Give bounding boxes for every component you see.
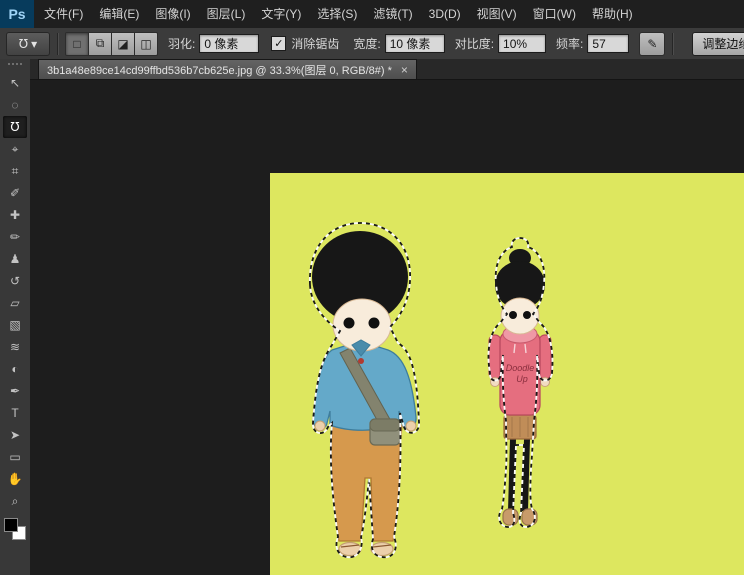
image-art: Doodle Up xyxy=(270,173,744,575)
menu-item-3d[interactable]: 3D(D) xyxy=(421,0,469,28)
tool-preset-dropdown[interactable]: ℧ ▾ xyxy=(6,32,50,56)
marquee-icon: ◌ xyxy=(11,94,18,116)
eyedropper-icon: ✐ xyxy=(10,182,20,204)
tool-panel: ↖ ◌ ℧ ⌖ ⌗ ✐ ✚ ✏ ♟ ↺ ▱ ▧ ≋ ◐ ✒ T ➤ ▭ ✋ ⌕ xyxy=(0,59,31,575)
antialias-label: 消除锯齿 xyxy=(291,35,339,52)
tab-bar: 3b1a48e89ce14cd99ffbd536b7cb625e.jpg @ 3… xyxy=(30,59,744,80)
menu-item-window[interactable]: 窗口(W) xyxy=(525,0,584,28)
menu-item-edit[interactable]: 编辑(E) xyxy=(91,0,147,28)
width-input[interactable]: 10 像素 xyxy=(385,34,445,53)
blur-icon: ≋ xyxy=(10,336,20,358)
new-selection-button[interactable]: □ xyxy=(65,32,89,56)
foreground-color-swatch[interactable] xyxy=(4,518,18,532)
zoom-tool[interactable]: ⌕ xyxy=(3,490,27,512)
quick-selection-icon: ⌖ xyxy=(12,138,19,160)
dodge-tool[interactable]: ◐ xyxy=(3,358,27,380)
girl-figure: Doodle Up xyxy=(489,249,551,525)
menu-item-image[interactable]: 图像(I) xyxy=(147,0,198,28)
shape-icon: ▭ xyxy=(9,446,20,468)
close-icon[interactable]: × xyxy=(401,64,408,76)
refine-edge-button[interactable]: 调整边缘... xyxy=(692,32,744,56)
contrast-label: 对比度: xyxy=(455,35,494,52)
path-selection-tool[interactable]: ➤ xyxy=(3,424,27,446)
dodge-icon: ◐ xyxy=(11,358,18,380)
lasso-tool[interactable]: ℧ xyxy=(3,116,27,138)
menu-item-help[interactable]: 帮助(H) xyxy=(584,0,641,28)
menu-list: 文件(F) 编辑(E) 图像(I) 图层(L) 文字(Y) 选择(S) 滤镜(T… xyxy=(34,0,641,28)
blur-tool[interactable]: ≋ xyxy=(3,336,27,358)
subtract-selection-button[interactable]: ◪ xyxy=(112,32,135,56)
healing-brush-icon: ✚ xyxy=(10,204,20,226)
menu-item-select[interactable]: 选择(S) xyxy=(309,0,365,28)
menu-item-type[interactable]: 文字(Y) xyxy=(253,0,309,28)
pen-icon: ✒ xyxy=(10,380,20,402)
crop-icon: ⌗ xyxy=(12,160,19,182)
document-image[interactable]: Doodle Up xyxy=(270,173,744,575)
healing-brush-tool[interactable]: ✚ xyxy=(3,204,27,226)
quick-selection-tool[interactable]: ⌖ xyxy=(3,138,27,160)
tool-panel-grip[interactable] xyxy=(8,63,22,69)
canvas-workspace[interactable]: Doodle Up xyxy=(30,80,744,575)
contrast-input[interactable]: 10% xyxy=(498,34,546,53)
antialias-checkbox[interactable]: ✓ xyxy=(271,36,286,51)
menu-item-view[interactable]: 视图(V) xyxy=(469,0,525,28)
add-to-selection-button[interactable]: ⧉ xyxy=(89,32,112,56)
hoodie-text-line1: Doodle xyxy=(506,363,535,373)
menu-item-layer[interactable]: 图层(L) xyxy=(199,0,254,28)
options-bar: ℧ ▾ □ ⧉ ◪ ◫ 羽化: 0 像素 ✓ 消除锯齿 宽度: 10 像素 对比… xyxy=(0,28,744,60)
history-brush-tool[interactable]: ↺ xyxy=(3,270,27,292)
photoshop-window: Ps 文件(F) 编辑(E) 图像(I) 图层(L) 文字(Y) 选择(S) 滤… xyxy=(0,0,744,575)
clone-stamp-icon: ♟ xyxy=(10,248,21,270)
history-brush-icon: ↺ xyxy=(10,270,20,292)
gradient-icon: ▧ xyxy=(9,314,20,336)
pen-pressure-toggle[interactable]: ✎ xyxy=(639,32,665,56)
eraser-tool[interactable]: ▱ xyxy=(3,292,27,314)
eyedropper-tool[interactable]: ✐ xyxy=(3,182,27,204)
hand-tool[interactable]: ✋ xyxy=(3,468,27,490)
document-tab[interactable]: 3b1a48e89ce14cd99ffbd536b7cb625e.jpg @ 3… xyxy=(38,59,417,79)
clone-stamp-tool[interactable]: ♟ xyxy=(3,248,27,270)
move-tool[interactable]: ↖ xyxy=(3,72,27,94)
menu-bar: Ps 文件(F) 编辑(E) 图像(I) 图层(L) 文字(Y) 选择(S) 滤… xyxy=(0,0,744,29)
selection-mode-group: □ ⧉ ◪ ◫ xyxy=(65,32,158,56)
brush-tool[interactable]: ✏ xyxy=(3,226,27,248)
menu-item-filter[interactable]: 滤镜(T) xyxy=(365,0,420,28)
crop-tool[interactable]: ⌗ xyxy=(3,160,27,182)
hoodie-text-line2: Up xyxy=(516,374,528,384)
frequency-label: 频率: xyxy=(556,35,583,52)
gradient-tool[interactable]: ▧ xyxy=(3,314,27,336)
frequency-input[interactable]: 57 xyxy=(587,34,629,53)
intersect-selection-button[interactable]: ◫ xyxy=(135,32,158,56)
lasso-icon: ℧ xyxy=(10,116,19,138)
zoom-icon: ⌕ xyxy=(12,490,19,512)
brush-icon: ✏ xyxy=(10,226,20,248)
chevron-down-icon: ▾ xyxy=(31,37,37,51)
options-separator xyxy=(57,33,58,55)
path-selection-icon: ➤ xyxy=(10,424,20,446)
feather-input[interactable]: 0 像素 xyxy=(199,34,259,53)
type-icon: T xyxy=(11,402,18,424)
feather-label: 羽化: xyxy=(168,35,195,52)
pen-pressure-icon: ✎ xyxy=(647,37,657,51)
magnetic-lasso-icon: ℧ xyxy=(19,37,28,51)
type-tool[interactable]: T xyxy=(3,402,27,424)
marquee-tool[interactable]: ◌ xyxy=(3,94,27,116)
eraser-icon: ▱ xyxy=(10,292,19,314)
move-icon: ↖ xyxy=(10,72,20,94)
width-label: 宽度: xyxy=(353,35,380,52)
color-swatches xyxy=(4,518,26,540)
pen-tool[interactable]: ✒ xyxy=(3,380,27,402)
options-separator-2 xyxy=(672,33,673,55)
ps-logo: Ps xyxy=(0,0,34,28)
document-tab-title: 3b1a48e89ce14cd99ffbd536b7cb625e.jpg @ 3… xyxy=(47,62,392,78)
boy-figure xyxy=(312,231,416,556)
shape-tool[interactable]: ▭ xyxy=(3,446,27,468)
hand-icon: ✋ xyxy=(8,468,23,490)
menu-item-file[interactable]: 文件(F) xyxy=(36,0,91,28)
